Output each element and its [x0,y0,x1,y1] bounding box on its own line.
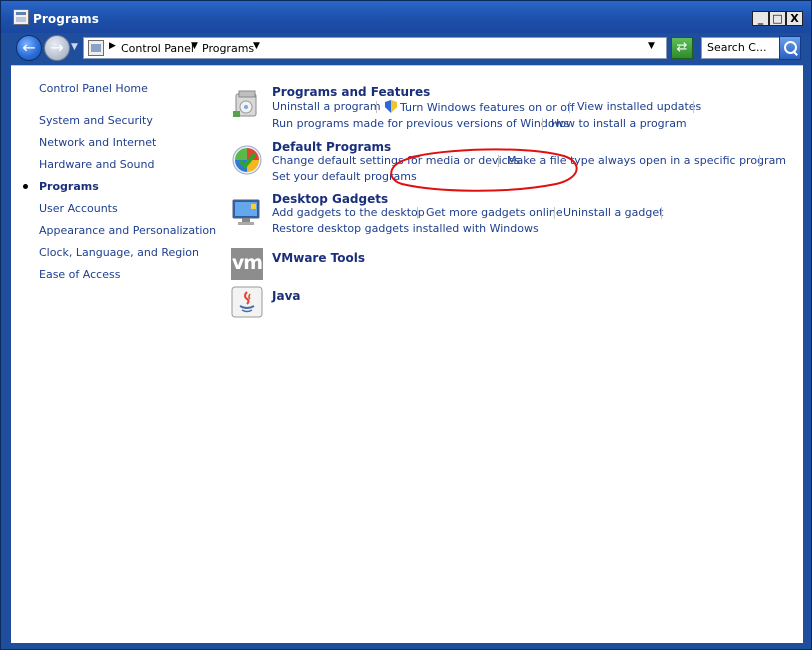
nav-control-panel-home[interactable]: Control Panel Home [39,82,148,95]
desktop-gadgets-icon[interactable] [231,196,263,228]
link-separator [661,207,662,219]
breadcrumb-control-panel[interactable]: Control Panel [121,42,194,55]
turn-windows-features-link[interactable]: Turn Windows features on or off [385,100,575,114]
nav-appearance-and-personalization[interactable]: Appearance and Personalization [39,224,216,237]
recent-pages-button[interactable]: ▼ [71,42,81,52]
control-panel-icon [13,9,29,25]
turn-windows-features-text: Turn Windows features on or off [400,101,575,114]
change-default-media-link[interactable]: Change default settings for media or dev… [272,154,520,167]
refresh-button[interactable]: ⇄ [671,37,693,59]
run-older-programs-link[interactable]: Run programs made for previous versions … [272,117,569,130]
set-default-programs-link[interactable]: Set your default programs [272,170,417,183]
title-bar[interactable]: Programs _ □ X [1,1,811,33]
uninstall-a-program-link[interactable]: Uninstall a program [272,100,381,113]
uninstall-gadget-link[interactable]: Uninstall a gadget [563,206,663,219]
link-separator [759,155,760,167]
minimize-button[interactable]: _ [752,11,769,26]
maximize-button[interactable]: □ [769,11,786,26]
control-panel-icon [88,40,104,56]
content-area: Control Panel Home System and Security N… [11,65,803,643]
link-separator [417,207,418,219]
active-bullet [23,184,28,189]
vmware-tools-title[interactable]: VMware Tools [272,251,365,265]
link-separator [693,101,694,113]
java-title[interactable]: Java [272,289,300,303]
address-bar: ← → ▼ ▶ Control Panel ▼ Programs ▼ ▼ ⇄ S… [11,33,801,63]
default-programs-title[interactable]: Default Programs [272,140,391,154]
breadcrumb-arrow-icon[interactable]: ▼ [191,41,198,51]
left-navigation: Control Panel Home System and Security N… [11,66,221,643]
back-button[interactable]: ← [16,35,42,61]
search-button[interactable] [779,36,801,60]
nav-ease-of-access[interactable]: Ease of Access [39,268,120,281]
programs-features-icon[interactable] [231,88,263,120]
refresh-icon: ⇄ [676,40,688,55]
back-arrow-icon: ← [22,38,36,57]
view-installed-updates-link[interactable]: View installed updates [577,100,701,113]
window: Programs _ □ X ← → ▼ ▶ Control Panel ▼ P… [0,0,812,650]
programs-and-features-title[interactable]: Programs and Features [272,85,430,99]
add-gadgets-link[interactable]: Add gadgets to the desktop [272,206,425,219]
get-more-gadgets-link[interactable]: Get more gadgets online [426,206,563,219]
link-separator [376,101,377,113]
link-separator [542,118,543,130]
nav-programs[interactable]: Programs [39,180,99,193]
file-type-association-link[interactable]: Make a file type always open in a specif… [507,154,786,167]
chevron-down-icon: ▼ [71,42,78,52]
window-title: Programs [33,12,100,26]
nav-hardware-and-sound[interactable]: Hardware and Sound [39,158,154,171]
nav-system-and-security[interactable]: System and Security [39,114,153,127]
link-separator [569,101,570,113]
java-icon[interactable] [231,286,263,318]
close-button[interactable]: X [786,11,803,26]
forward-arrow-icon: → [50,38,64,57]
breadcrumb-programs[interactable]: Programs [202,42,254,55]
address-field[interactable]: ▶ Control Panel ▼ Programs ▼ ▼ [83,37,667,59]
address-dropdown-icon[interactable]: ▼ [648,41,655,51]
how-to-install-link[interactable]: How to install a program [551,117,687,130]
breadcrumb-arrow-icon[interactable]: ▶ [109,41,116,51]
breadcrumb-arrow-icon[interactable]: ▼ [253,41,260,51]
desktop-gadgets-title[interactable]: Desktop Gadgets [272,192,388,206]
default-programs-icon[interactable] [231,144,263,176]
vmware-icon[interactable]: vm [231,248,263,280]
link-separator [554,207,555,219]
search-input[interactable]: Search C... [701,37,787,59]
nav-user-accounts[interactable]: User Accounts [39,202,118,215]
restore-gadgets-link[interactable]: Restore desktop gadgets installed with W… [272,222,539,235]
nav-network-and-internet[interactable]: Network and Internet [39,136,156,149]
link-separator [498,155,499,167]
nav-clock-language-region[interactable]: Clock, Language, and Region [39,246,199,259]
forward-button[interactable]: → [44,35,70,61]
uac-shield-icon [385,100,397,113]
